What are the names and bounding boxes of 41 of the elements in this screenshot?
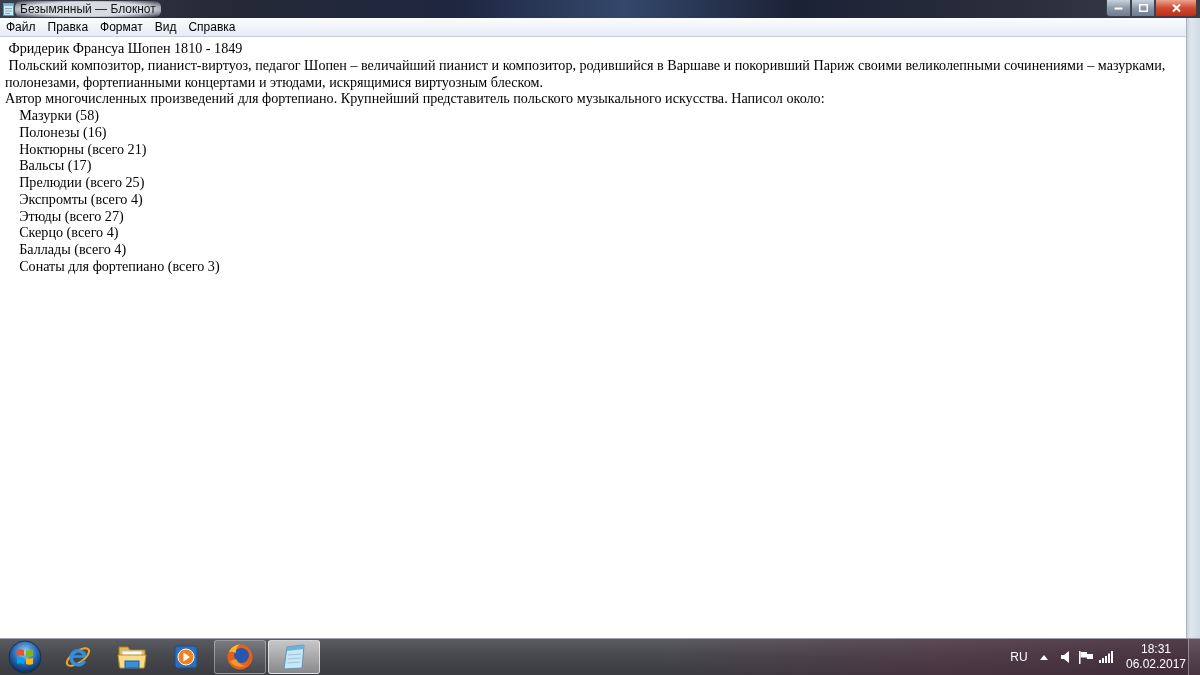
speaker-icon[interactable] — [1060, 651, 1069, 663]
text-paragraph: Автор многочисленных произведений для фортепиано. Крупнейший представитель польского музыкального искусства. Написол около: — [5, 90, 826, 107]
maximize-button[interactable] — [1131, 0, 1155, 17]
triangle-up-icon[interactable] — [1039, 654, 1048, 660]
menu-item[interactable]: Файл — [0, 18, 42, 36]
list-item-text: Мазурки (58) — [18, 107, 100, 124]
notepad-icon[interactable] — [3, 2, 14, 16]
list-item-text: Экспромты (всего 4) — [18, 190, 144, 208]
list-item-text: Полонезы (16) — [18, 123, 108, 141]
start-button[interactable] — [7, 639, 43, 675]
menu-item[interactable]: Формат — [94, 18, 149, 36]
signal-bars-icon[interactable] — [1099, 651, 1114, 663]
notepad-icon — [280, 643, 308, 671]
close-button[interactable] — [1155, 0, 1197, 17]
menu-item[interactable]: Вид — [148, 18, 183, 36]
list-item-text: Этюды (всего 27) — [18, 207, 125, 225]
list-item-text: Скерцо (всего 4) — [18, 224, 120, 241]
window-title: Безымянный — Блокнот — [15, 1, 161, 17]
text-paragraph: Фридерик Франсуа Шопен 1810 - 1849 — [7, 40, 244, 57]
taskbar-button[interactable] — [214, 640, 266, 674]
menu-item[interactable]: Справка — [182, 18, 242, 36]
list-item-text: Баллады (всего 4) — [18, 241, 128, 258]
clock-time[interactable]: 18:31 — [1141, 642, 1171, 657]
list-item-text: Сонаты для фортепиано (всего 3) — [18, 257, 221, 275]
text-paragraph: Польский композитор, пианист-виртуоз, педагог Шопен – величайший пианист и композитор, родившийся в Варшаве и покоривший Париж своими великолепными сочинениями – мазурками, полонезами, фортепианными концертами и этюдами, искрящимися виртуозным блеском. — [5, 56, 1167, 91]
show-desktop-button[interactable] — [1188, 639, 1200, 675]
list-item-text: Ноктюрны (всего 21) — [18, 140, 148, 158]
close-icon — [1171, 4, 1181, 12]
list-item-text: Прелюдии (всего 25) — [18, 174, 146, 191]
clock-date[interactable]: 06.02.2017 — [1125, 657, 1187, 672]
maximize-icon — [1138, 4, 1148, 12]
fox-globe-icon — [226, 643, 254, 671]
flag-icon[interactable] — [1078, 650, 1093, 664]
minimize-button[interactable] — [1106, 0, 1131, 17]
minimize-icon — [1114, 6, 1123, 10]
list-item-text: Вальсы (17) — [18, 157, 93, 174]
folder-icon — [117, 644, 147, 670]
menu-item[interactable]: Правка — [41, 18, 95, 36]
play-icon — [174, 645, 198, 669]
language-indicator[interactable]: RU — [1005, 639, 1033, 675]
start-orb-icon — [8, 640, 42, 674]
